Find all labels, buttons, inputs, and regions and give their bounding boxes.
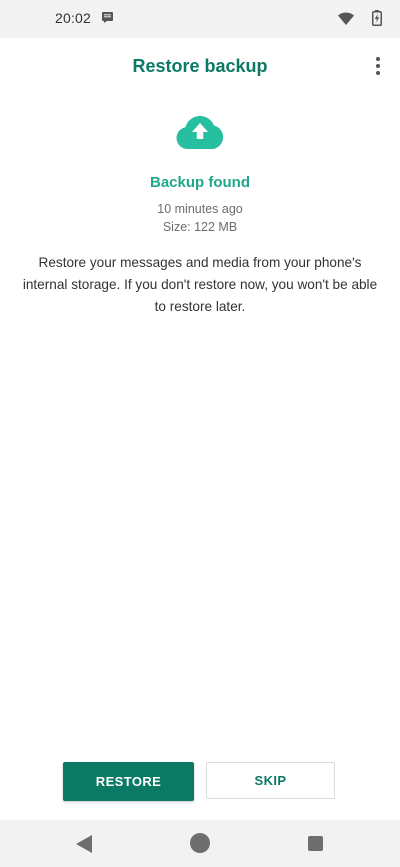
cloud-upload-icon	[176, 115, 224, 149]
restore-description: Restore your messages and media from you…	[22, 255, 378, 314]
more-options-button[interactable]	[366, 52, 390, 80]
restore-backup-screen: 20:02 Restore backup Backup found 10 min…	[0, 0, 400, 867]
status-time: 20:02	[55, 10, 92, 26]
more-vert-icon-dot	[376, 64, 380, 68]
wifi-icon	[338, 12, 354, 25]
navigation-bar	[0, 820, 400, 867]
message-icon	[102, 12, 113, 23]
backup-size: Size: 122 MB	[162, 220, 238, 234]
restore-button[interactable]: RESTORE	[63, 762, 194, 801]
more-vert-icon	[376, 57, 380, 61]
home-icon[interactable]	[190, 833, 210, 853]
back-icon[interactable]	[76, 835, 92, 853]
page-title: Restore backup	[132, 56, 268, 76]
more-vert-icon-dot	[376, 71, 380, 75]
backup-status: Backup found	[150, 174, 250, 191]
app-bar: Restore backup	[0, 38, 400, 96]
backup-time: 10 minutes ago	[157, 202, 243, 216]
battery-charging-icon	[372, 10, 382, 26]
status-bar: 20:02	[0, 0, 400, 38]
recents-icon[interactable]	[308, 836, 323, 851]
skip-button[interactable]: SKIP	[206, 762, 335, 799]
